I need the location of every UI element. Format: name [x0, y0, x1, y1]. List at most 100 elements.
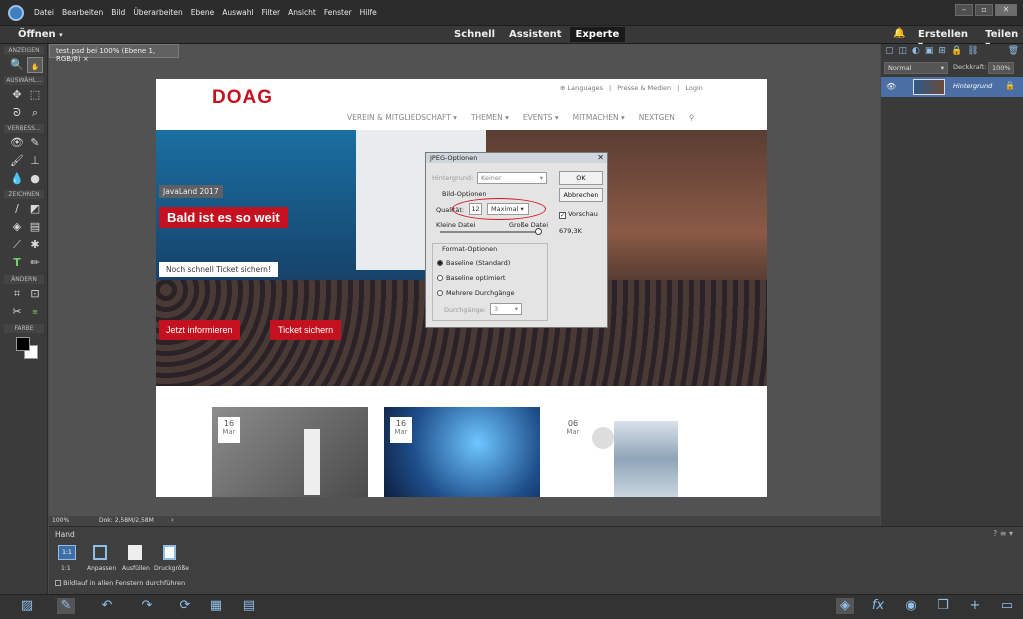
- one-to-one-button[interactable]: 1:1: [58, 545, 76, 560]
- menu-filter[interactable]: Filter: [262, 8, 281, 17]
- zoom-level[interactable]: 100%: [52, 517, 69, 524]
- graphics-icon[interactable]: +: [966, 598, 984, 614]
- effects-icon[interactable]: fx: [869, 598, 887, 614]
- layers-panel-icon[interactable]: ◈: [836, 598, 854, 614]
- gradient-tool-icon[interactable]: ▤: [27, 219, 43, 235]
- spot-healing-tool-icon[interactable]: ✎: [27, 135, 43, 151]
- eyedropper-tool-icon[interactable]: ⟋: [9, 237, 25, 253]
- menu-fenster[interactable]: Fenster: [324, 8, 352, 17]
- scroll-all-checkbox[interactable]: Bildlauf in allen Fenstern durchführen: [55, 579, 185, 587]
- pencil-tool-icon[interactable]: ✏: [27, 255, 43, 271]
- quality-slider-handle[interactable]: [535, 228, 542, 235]
- layer-name[interactable]: Hintergrund: [953, 82, 992, 90]
- tab-assistent[interactable]: Assistent: [503, 27, 568, 42]
- new-layer-icon[interactable]: ▢: [885, 46, 894, 56]
- move-tool-icon[interactable]: ✥: [9, 87, 25, 103]
- hand-tool-icon[interactable]: ✋: [27, 57, 43, 73]
- close-button[interactable]: ✕: [995, 4, 1017, 16]
- content-move-tool-icon[interactable]: ≡: [27, 304, 43, 320]
- blend-mode-select[interactable]: Normal ▾: [884, 62, 948, 74]
- languages-link: ⊕ Languages: [560, 84, 603, 92]
- news-card-3: 06 Mar: [556, 407, 712, 497]
- open-button[interactable]: Öffnen ▾: [18, 29, 63, 40]
- baseline-standard-radio[interactable]: Baseline (Standard): [437, 259, 510, 267]
- visibility-eye-icon[interactable]: 👁: [886, 82, 896, 91]
- menu-datei[interactable]: Datei: [34, 8, 54, 17]
- organizer-icon[interactable]: ▤: [240, 598, 258, 614]
- redo-icon[interactable]: ↷: [138, 598, 156, 614]
- nav-themen: THEMEN ▾: [470, 113, 509, 122]
- toolbox: ANZEIGEN 🔍 ✋ AUSWÄHL... ✥ ⬚ ᘐ ⌕ VERBESS.…: [0, 44, 48, 594]
- menu-bild[interactable]: Bild: [111, 8, 125, 17]
- blur-tool-icon[interactable]: 💧: [9, 171, 25, 187]
- menu-ebene[interactable]: Ebene: [191, 8, 214, 17]
- quick-selection-tool-icon[interactable]: ⌕: [27, 105, 43, 121]
- help-icon[interactable]: ? ≡ ▾: [993, 529, 1013, 538]
- minimize-button[interactable]: –: [955, 4, 973, 16]
- styles-icon[interactable]: ❒: [934, 598, 952, 614]
- photo-bin-icon[interactable]: ▨: [18, 598, 36, 614]
- large-file-label: Große Datei: [509, 221, 549, 229]
- link-icon[interactable]: ⛓: [967, 46, 978, 56]
- matte-label: Hintergrund:: [432, 174, 474, 182]
- marquee-tool-icon[interactable]: ⬚: [27, 87, 43, 103]
- zoom-tool-icon[interactable]: 🔍: [9, 57, 25, 73]
- lock-transparency-icon[interactable]: ⊞: [938, 46, 946, 56]
- app-logo-icon: [8, 5, 24, 21]
- menu-hilfe[interactable]: Hilfe: [360, 8, 377, 17]
- tab-experte[interactable]: Experte: [569, 27, 626, 42]
- smart-brush-tool-icon[interactable]: 🖌: [9, 153, 25, 169]
- mask-icon[interactable]: ▣: [925, 46, 934, 56]
- crop-tool-icon[interactable]: ⌗: [9, 286, 25, 302]
- clone-stamp-tool-icon[interactable]: ⊥: [27, 153, 43, 169]
- doag-logo: DOAG: [212, 87, 273, 108]
- filters-icon[interactable]: ◉: [902, 598, 920, 614]
- adjustment-layer-icon[interactable]: ◐: [912, 46, 920, 56]
- sponge-tool-icon[interactable]: ●: [27, 171, 43, 187]
- lasso-tool-icon[interactable]: ᘐ: [9, 105, 25, 121]
- cancel-button[interactable]: Abbrechen: [559, 188, 603, 202]
- status-arrow-icon[interactable]: ›: [171, 516, 174, 524]
- opacity-input[interactable]: 100%: [988, 62, 1014, 74]
- layer-row[interactable]: 👁 Hintergrund 🔒: [881, 77, 1023, 97]
- layout-icon[interactable]: ▦: [207, 598, 225, 614]
- ok-button[interactable]: OK: [559, 171, 603, 185]
- dialog-close-icon[interactable]: ✕: [597, 153, 604, 162]
- paint-bucket-tool-icon[interactable]: ◈: [9, 219, 25, 235]
- menu-bearbeiten[interactable]: Bearbeiten: [62, 8, 103, 17]
- preview-checkbox[interactable]: ✓ Vorschau: [559, 210, 598, 219]
- ticket-sichern-button: Ticket sichern: [270, 320, 342, 340]
- foreground-color-swatch[interactable]: [16, 337, 30, 351]
- baseline-optimized-radio[interactable]: Baseline optimiert: [437, 274, 505, 282]
- maximize-button[interactable]: ▫: [975, 4, 993, 16]
- scans-select[interactable]: 3 ▾: [490, 303, 522, 315]
- delete-layer-icon[interactable]: 🗑: [1008, 46, 1019, 56]
- undo-icon[interactable]: ↶: [98, 598, 116, 614]
- lock-icon[interactable]: 🔒: [951, 46, 962, 56]
- matte-select[interactable]: Keiner ▾: [477, 172, 547, 184]
- document-tab[interactable]: test.psd bei 100% (Ebene 1, RGB/8) ×: [49, 44, 179, 63]
- file-size-value: 679,3K: [559, 227, 582, 235]
- print-size-button[interactable]: [163, 545, 176, 560]
- notification-bell-icon[interactable]: 🔔: [893, 28, 905, 39]
- recompose-tool-icon[interactable]: ⊡: [27, 286, 43, 302]
- rotate-icon[interactable]: ⟳: [176, 598, 194, 614]
- quality-slider-track[interactable]: [440, 231, 540, 233]
- straighten-tool-icon[interactable]: ✂: [9, 304, 25, 320]
- type-tool-icon[interactable]: T: [9, 255, 25, 271]
- print-size-label: Druckgröße: [154, 565, 189, 572]
- fit-screen-button[interactable]: [93, 545, 107, 560]
- more-icon[interactable]: ▭: [998, 598, 1016, 614]
- progressive-radio[interactable]: Mehrere Durchgänge: [437, 289, 515, 297]
- red-eye-tool-icon[interactable]: 👁: [9, 135, 25, 151]
- fill-screen-button[interactable]: [128, 545, 142, 560]
- eraser-tool-icon[interactable]: ◩: [27, 201, 43, 217]
- brush-tool-icon[interactable]: /: [9, 201, 25, 217]
- tab-schnell[interactable]: Schnell: [448, 27, 501, 42]
- shape-tool-icon[interactable]: ✱: [27, 237, 43, 253]
- menu-ansicht[interactable]: Ansicht: [288, 8, 316, 17]
- new-group-icon[interactable]: ◫: [899, 46, 908, 56]
- tool-options-icon[interactable]: ✎: [57, 598, 75, 614]
- menu-ueberarbeiten[interactable]: Überarbeiten: [133, 8, 182, 17]
- menu-auswahl[interactable]: Auswahl: [222, 8, 253, 17]
